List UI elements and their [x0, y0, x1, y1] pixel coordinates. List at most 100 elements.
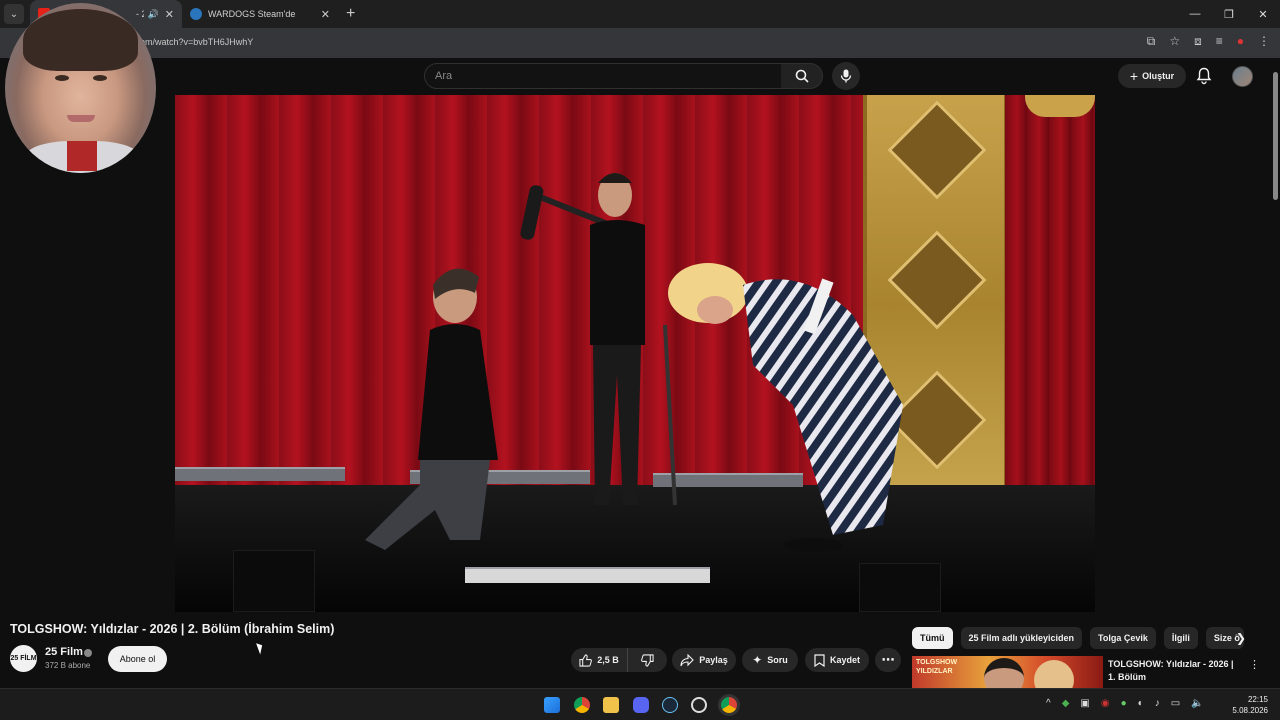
ask-button[interactable]: ✦ Soru — [742, 648, 798, 672]
nvidia-icon[interactable]: ◉ — [1101, 698, 1110, 709]
volume-icon[interactable]: 🔈 — [1191, 698, 1203, 709]
windows-start-icon[interactable] — [544, 697, 560, 713]
video-player[interactable] — [175, 95, 1095, 612]
search-input[interactable] — [425, 64, 781, 88]
restore-icon[interactable]: ❐ — [1212, 0, 1246, 28]
chrome-icon[interactable] — [574, 697, 590, 713]
more-actions-button[interactable]: ⋯ — [875, 648, 901, 672]
search-icon — [795, 69, 809, 83]
chip-tolga-cevik[interactable]: Tolga Çevik — [1090, 627, 1156, 649]
webcam-collar — [67, 141, 97, 171]
media-controls-icon[interactable]: ≡ — [1216, 34, 1223, 49]
bookmark-star-icon[interactable]: ☆ — [1169, 34, 1180, 49]
window-controls: — ❐ ✕ — [1178, 0, 1280, 28]
stage-rail — [465, 567, 710, 583]
microphone-icon — [840, 69, 852, 83]
webcam-eye — [55, 75, 69, 81]
channel-logo[interactable]: 25 FİLM — [10, 645, 37, 672]
like-count: 2,5 B — [597, 655, 619, 665]
tab-steam[interactable]: WARDOGS Steam'de ✕ — [182, 0, 338, 28]
microphone-tray-icon[interactable]: ♪ — [1155, 698, 1160, 709]
chevron-up-icon[interactable]: ^ — [1046, 698, 1051, 709]
subscriber-count: 372 B abone — [45, 661, 91, 670]
chrome-active-icon[interactable] — [721, 697, 737, 713]
video-title: TOLGSHOW: Yıldızlar - 2026 | 2. Bölüm (İ… — [10, 622, 335, 636]
obs-icon[interactable] — [691, 697, 707, 713]
voice-search-button[interactable] — [832, 62, 860, 90]
more-icon: ⋯ — [881, 652, 895, 667]
tab-title: WARDOGS Steam'de — [208, 9, 296, 19]
thumbs-up-icon — [579, 653, 593, 667]
system-tray: ^ ◆ ▣ ◉ ● ◐ ♪ ▭ 🔈 — [1046, 698, 1204, 709]
close-tab-icon[interactable]: ✕ — [321, 8, 330, 21]
search-button[interactable] — [781, 63, 823, 89]
recommended-thumbnail[interactable]: TOLGSHOW YILDIZLAR — [912, 656, 1103, 688]
verified-badge-icon — [84, 649, 92, 657]
chip-all[interactable]: Tümü — [912, 627, 953, 649]
plus-icon: + — [1129, 68, 1139, 84]
stage-rail — [175, 467, 345, 481]
recommended-menu-icon[interactable]: ⋮ — [1249, 658, 1260, 671]
save-button[interactable]: Kaydet — [805, 648, 869, 672]
youtube-header: + Oluştur — [0, 58, 1280, 95]
account-avatar[interactable] — [1232, 66, 1253, 87]
recommendation-chips: Tümü 25 Film adlı yükleyiciden Tolga Çev… — [912, 627, 1244, 649]
close-window-icon[interactable]: ✕ — [1246, 0, 1280, 28]
video-info-section: TOLGSHOW: Yıldızlar - 2026 | 2. Bölüm (İ… — [0, 612, 1280, 688]
clock-date: 5.08.2026 — [1232, 706, 1268, 715]
recommended-title[interactable]: TOLGSHOW: Yıldızlar - 2026 | 1. Bölüm — [1108, 658, 1243, 684]
address-bar-icons: ⧉ ☆ ⧈ ≡ ● ⋮ — [1147, 34, 1270, 49]
thumbnail-face — [984, 658, 1024, 688]
tab-search-button[interactable]: ⌄ — [4, 4, 24, 24]
minimize-icon[interactable]: — — [1178, 0, 1212, 28]
share-icon — [680, 653, 695, 666]
new-tab-button[interactable]: + — [346, 5, 355, 23]
speaker-icon[interactable]: 🔊 — [148, 9, 159, 20]
close-tab-icon[interactable]: ✕ — [165, 8, 174, 21]
like-button[interactable]: 2,5 B — [571, 648, 627, 672]
cast-icon[interactable]: ⧉ — [1147, 34, 1156, 49]
webcam-hair — [23, 9, 138, 71]
thumbnail-face — [1034, 660, 1074, 688]
panel-ornament — [887, 100, 987, 200]
search-box — [424, 63, 782, 89]
chip-related[interactable]: İlgili — [1163, 627, 1198, 649]
channel-name[interactable]: 25 Film — [45, 646, 83, 658]
webcam-mouth — [67, 115, 95, 122]
app-tray-icon[interactable]: ▣ — [1080, 698, 1089, 709]
display-icon[interactable]: ▭ — [1171, 698, 1180, 709]
page-scrollbar[interactable] — [1273, 72, 1278, 200]
dislike-button[interactable] — [627, 648, 667, 672]
bookmark-icon — [814, 653, 825, 667]
kneeling-performer — [365, 268, 498, 550]
webcam-overlay — [5, 3, 156, 173]
costumed-performer — [668, 263, 903, 552]
app-tray-icon[interactable]: ● — [1121, 698, 1127, 709]
steam-icon[interactable] — [662, 697, 678, 713]
profile-icon[interactable]: ● — [1237, 34, 1244, 49]
create-button[interactable]: + Oluştur — [1118, 64, 1186, 88]
subscribe-button[interactable]: Abone ol — [108, 646, 167, 672]
browser-tab-bar: ⌄ - 2026 🔊 ✕ WARDOGS Steam'de ✕ + — ❐ ✕ — [0, 0, 1280, 28]
chevron-right-icon[interactable]: ❯ — [1236, 631, 1246, 645]
extensions-icon[interactable]: ⧈ — [1194, 34, 1202, 49]
ask-label: Soru — [767, 655, 788, 665]
clock-time: 22:15 — [1247, 695, 1268, 704]
browser-menu-icon[interactable]: ⋮ — [1258, 34, 1270, 49]
steam-tray-icon[interactable]: ◐ — [1138, 698, 1144, 709]
webcam-eye — [93, 75, 107, 81]
stage-speaker — [859, 563, 941, 612]
notifications-bell-icon[interactable] — [1196, 67, 1212, 85]
create-label: Oluştur — [1142, 71, 1175, 81]
url-field[interactable]: om/watch?v=bvbTH6JHwhY — [140, 37, 253, 47]
share-label: Paylaş — [699, 655, 728, 665]
chip-uploader[interactable]: 25 Film adlı yükleyiciden — [960, 627, 1083, 649]
save-label: Kaydet — [829, 655, 860, 665]
file-explorer-icon[interactable] — [603, 697, 619, 713]
discord-icon[interactable] — [633, 697, 649, 713]
system-clock[interactable]: 22:15 5.08.2026 — [1228, 694, 1268, 716]
thumbs-down-icon — [641, 653, 654, 667]
security-icon[interactable]: ◆ — [1062, 698, 1070, 709]
share-button[interactable]: Paylaş — [672, 648, 736, 672]
address-bar: om/watch?v=bvbTH6JHwhY ⧉ ☆ ⧈ ≡ ● ⋮ — [0, 28, 1280, 58]
